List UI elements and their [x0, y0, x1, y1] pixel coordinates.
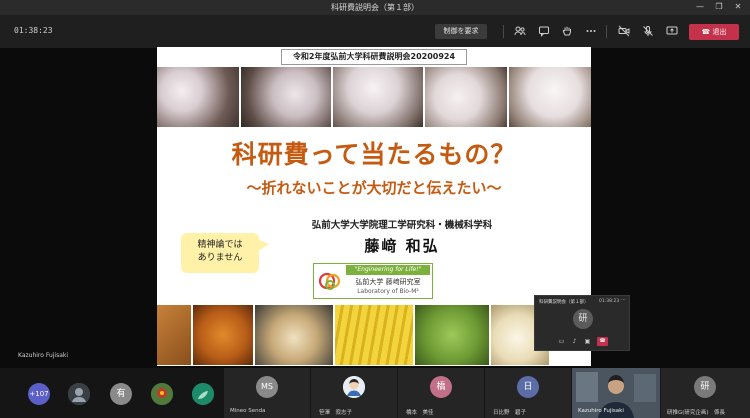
participant-tile[interactable]: MS Mineo Senda [224, 368, 310, 418]
share-screen-icon[interactable]: ▣ [583, 337, 592, 346]
cherry-blossom-photo [241, 67, 331, 127]
avatar: 研 [694, 376, 716, 398]
meeting-toolbar: 01:38:23 制御を要求 ☎ 退出 [0, 15, 750, 48]
toolbar-divider [606, 25, 607, 38]
participant-video-tile[interactable]: Kazuhiro Fujisaki [572, 368, 660, 418]
more-icon[interactable] [585, 25, 597, 37]
lab-logo: "Engineering for Life!" 弘前大学 藤﨑研究室 Labor… [313, 263, 433, 299]
meeting-timer: 01:38:23 [14, 26, 53, 35]
people-icon[interactable] [514, 25, 526, 37]
bubble-line: 精神論では [197, 240, 243, 250]
slide-title: 科研費って当たるもの？ [231, 140, 517, 169]
toolbar-divider [503, 25, 504, 38]
cherry-blossom-photo [333, 67, 423, 127]
chat-icon[interactable] [538, 25, 550, 37]
food-photo-row [157, 305, 591, 365]
cherry-blossom-photo [509, 67, 591, 127]
food-photo [255, 305, 333, 365]
minimize-icon[interactable]: — [694, 2, 706, 11]
avatar [343, 376, 365, 398]
participant-name: Kazuhiro Fujisaki [578, 408, 624, 414]
participant-name: 研推G(研究企画) 係長 [667, 410, 726, 416]
cherry-blossom-photo [425, 67, 507, 127]
participant-name: 笹澤 寂志子 [319, 410, 353, 416]
avatar: 日 [517, 376, 539, 398]
avatar[interactable] [192, 383, 214, 405]
mic-off-icon[interactable]: ♪ [570, 337, 579, 346]
participant-strip: +107 有 MS Mineo Senda 笹澤 寂志子 橋 橋本 美佳 日 日 [0, 368, 750, 418]
phone-hangup-icon: ☎ [701, 28, 713, 36]
raise-hand-icon[interactable] [561, 25, 573, 37]
request-control-button[interactable]: 制御を要求 [435, 24, 487, 39]
author-affiliation: 弘前大学大学院理工学研究科・機械科学科 [311, 220, 493, 231]
camera-off-icon[interactable]: ▭ [557, 337, 566, 346]
avatar: MS [256, 376, 278, 398]
teams-meeting-window: 科研費説明会（第１部） — ❐ ✕ 01:38:23 制御を要求 ☎ 退出 令和… [0, 0, 750, 418]
share-screen-icon[interactable] [666, 25, 678, 37]
mini-window-title: 科研費説明会（第１部） [539, 300, 589, 305]
mini-window-timer: 01:38:23 [599, 299, 620, 304]
slide-subtitle: ～折れないことが大切だと伝えたい～ [246, 179, 502, 197]
presenter-name-label: Kazuhiro Fujisaki [18, 352, 69, 359]
participant-tile[interactable]: 日 日比野 碧子 [485, 368, 571, 418]
participant-name: Mineo Senda [230, 408, 266, 414]
profile-photo-icon [151, 383, 173, 405]
lab-name-jp: 弘前大学 藤﨑研究室 [355, 278, 421, 286]
profile-photo-icon [68, 383, 90, 405]
avatar[interactable] [151, 383, 173, 405]
window-title: 科研費説明会（第１部） [331, 3, 419, 12]
more-icon[interactable]: ··· [621, 297, 626, 303]
cherry-blossom-photo [157, 67, 239, 127]
camera-off-icon[interactable] [618, 25, 630, 37]
lab-name-en: Laboratory of Bio-M² [357, 288, 419, 295]
avatar: 研 [573, 309, 593, 329]
slide-header: 令和2年度弘前大学科研費説明会20200924 [281, 49, 467, 65]
shared-slide: 令和2年度弘前大学科研費説明会20200924 科研費って当たるもの？ ～折れな… [157, 47, 591, 366]
leave-label: 退出 [712, 28, 727, 36]
participant-tile[interactable]: 笹澤 寂志子 [311, 368, 397, 418]
author-name: 藤﨑 和弘 [364, 237, 440, 255]
mic-off-icon[interactable] [642, 25, 654, 37]
leave-button[interactable]: ☎ 退出 [689, 24, 739, 40]
edamame-photo [415, 305, 489, 365]
food-photo [157, 305, 191, 365]
overflow-participants-badge[interactable]: +107 [28, 383, 50, 405]
avatar[interactable]: 有 [110, 383, 132, 405]
hang-up-button[interactable]: ☎ [597, 337, 608, 346]
food-photo [193, 305, 253, 365]
profile-photo-icon [192, 383, 214, 405]
cherry-blossom-photo-row [157, 67, 591, 127]
title-bar: 科研費説明会（第１部） — ❐ ✕ [0, 0, 750, 15]
participant-name: 橋本 美佳 [406, 410, 434, 416]
avatar[interactable] [68, 383, 90, 405]
participant-tile[interactable]: 研 研推G(研究企画) 係長 [661, 368, 750, 418]
profile-photo-icon [343, 376, 365, 398]
speech-bubble: 精神論では ありません [181, 233, 269, 273]
lab-tagline: "Engineering for Life!" [346, 265, 430, 275]
restore-icon[interactable]: ❐ [713, 2, 725, 11]
participant-tile[interactable]: 橋 橋本 美佳 [398, 368, 484, 418]
participant-name: 日比野 碧子 [493, 410, 527, 416]
lab-logo-mark-icon [318, 272, 341, 290]
mini-meeting-window[interactable]: 科研費説明会（第１部） 01:38:23 ··· 研 ▭ ♪ ▣ ☎ [534, 295, 630, 351]
corn-photo [335, 305, 413, 365]
close-icon[interactable]: ✕ [732, 2, 744, 11]
bubble-line: ありません [197, 253, 243, 263]
avatar: 橋 [430, 376, 452, 398]
